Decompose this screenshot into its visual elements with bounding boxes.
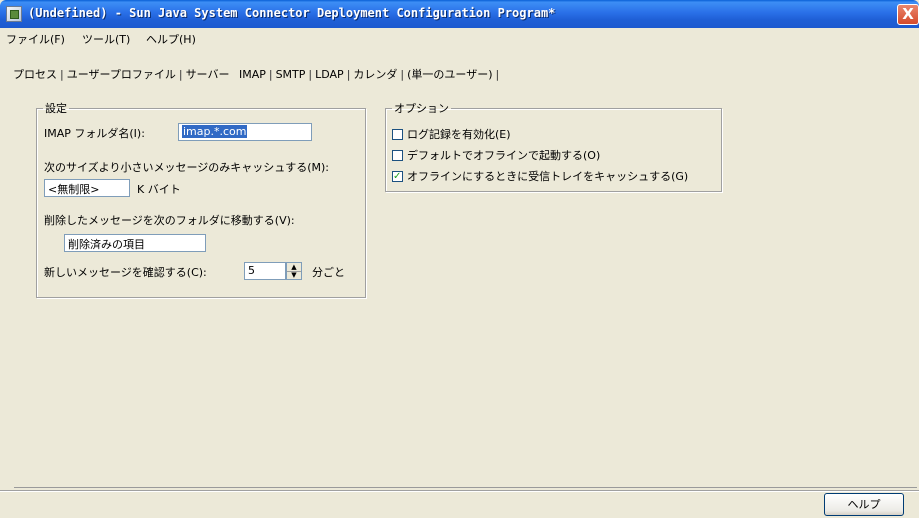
spin-down-icon[interactable]: ▼ — [287, 271, 301, 279]
checkbox-icon[interactable] — [392, 129, 403, 140]
menu-tools[interactable]: ツール(T) — [82, 31, 130, 47]
imap-folder-value: imap.*.com — [182, 125, 248, 138]
cache-size-unit: K バイト — [137, 183, 181, 196]
check-new-input[interactable]: 5 — [244, 262, 286, 280]
option-label: デフォルトでオフラインで起動する(O) — [407, 149, 601, 162]
title-bar: (Undefined) - Sun Java System Connector … — [0, 0, 919, 28]
cache-size-input[interactable]: <無制限> — [44, 179, 130, 197]
application-window: (Undefined) - Sun Java System Connector … — [0, 0, 919, 518]
check-new-spinner[interactable]: ▲ ▼ — [286, 262, 302, 280]
app-icon — [6, 6, 22, 22]
window-title: (Undefined) - Sun Java System Connector … — [28, 6, 556, 20]
tab-user-profile[interactable]: ユーザープロファイル — [66, 66, 177, 82]
option-start-offline[interactable]: デフォルトでオフラインで起動する(O) — [392, 147, 600, 163]
tab-separator: | — [60, 68, 64, 81]
cache-size-label: 次のサイズより小さいメッセージのみキャッシュする(M): — [44, 161, 330, 174]
footer-divider — [0, 490, 919, 491]
tab-strip: プロセス | ユーザープロファイル | サーバー IMAP | SMTP | LDAP | カレンダ… — [12, 66, 501, 86]
tab-separator — [232, 68, 236, 81]
tab-separator: | — [495, 68, 500, 81]
deleted-folder-input[interactable]: 削除済みの項目 — [64, 234, 206, 252]
tab-ldap[interactable]: LDAP — [314, 68, 345, 81]
options-legend: オプション — [394, 102, 449, 115]
tab-process[interactable]: プロセス — [12, 66, 58, 82]
settings-legend: 設定 — [45, 102, 67, 115]
menu-help[interactable]: ヘルプ(H) — [146, 31, 196, 47]
tab-single-user[interactable]: (単一のユーザー) — [406, 66, 493, 82]
imap-folder-input[interactable]: imap.*.com — [178, 123, 312, 141]
close-button[interactable]: X — [897, 4, 919, 25]
option-label: オフラインにするときに受信トレイをキャッシュする(G) — [407, 170, 689, 183]
deleted-move-label: 削除したメッセージを次のフォルダに移動する(V): — [44, 214, 295, 227]
tab-separator: | — [268, 68, 273, 81]
tab-separator: | — [400, 68, 405, 81]
tab-imap[interactable]: IMAP — [238, 68, 267, 81]
tab-separator: | — [178, 68, 183, 81]
check-new-label: 新しいメッセージを確認する(C): — [44, 266, 207, 279]
check-new-unit: 分ごと — [312, 266, 345, 279]
tab-calendar[interactable]: カレンダ — [352, 66, 398, 82]
checkbox-checked-icon[interactable] — [392, 171, 403, 182]
menu-file[interactable]: ファイル(F) — [6, 31, 65, 47]
option-label: ログ記録を有効化(E) — [407, 128, 511, 141]
tab-separator: | — [308, 68, 313, 81]
checkbox-icon[interactable] — [392, 150, 403, 161]
tab-separator: | — [346, 68, 351, 81]
tab-smtp[interactable]: SMTP — [275, 68, 307, 81]
imap-folder-label: IMAP フォルダ名(I): — [44, 127, 145, 140]
tab-server[interactable]: サーバー — [185, 66, 231, 82]
option-enable-logging[interactable]: ログ記録を有効化(E) — [392, 126, 511, 142]
menu-bar: ファイル(F) ツール(T) ヘルプ(H) — [0, 28, 919, 48]
option-cache-inbox[interactable]: オフラインにするときに受信トレイをキャッシュする(G) — [392, 168, 688, 184]
help-button[interactable]: ヘルプ — [824, 493, 904, 516]
